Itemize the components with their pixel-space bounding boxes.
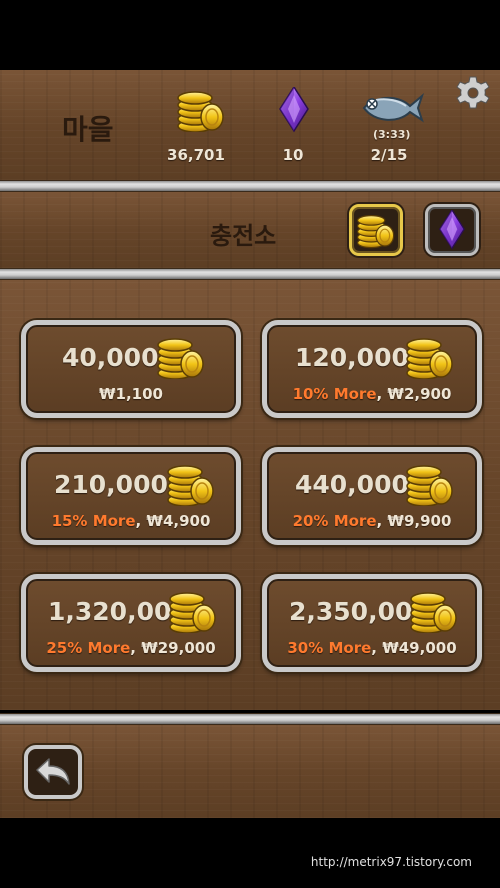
hud-divider — [0, 180, 500, 192]
purple-gem-icon — [279, 87, 309, 132]
fish-count: 2/15 — [370, 146, 408, 164]
gold-coins-icon — [167, 465, 214, 506]
top-black-bar — [0, 0, 500, 70]
gold-pack-440000[interactable]: 440,000 20% More, ₩9,900 — [262, 447, 482, 545]
back-arrow-icon — [36, 758, 70, 785]
pack-price: 25% More, ₩29,000 — [46, 639, 216, 657]
village-label: 마을 — [62, 113, 114, 146]
bottom-black-bar — [0, 818, 500, 888]
pack-price: ₩1,100 — [99, 385, 163, 403]
gold-pack-1320000[interactable]: 1,320,000 25% More, ₩29,000 — [21, 574, 241, 672]
gold-coins-icon — [177, 91, 224, 132]
gold-pack-210000[interactable]: 210,000 15% More, ₩4,900 — [21, 447, 241, 545]
pack-price: 15% More, ₩4,900 — [51, 512, 211, 530]
gold-pack-40000[interactable]: 40,000 ₩1,100 — [21, 320, 241, 418]
footer-divider — [0, 713, 500, 725]
pack-price: 20% More, ₩9,900 — [292, 512, 452, 530]
gold-count: 36,701 — [167, 146, 225, 164]
pack-amount: 120,000 — [295, 343, 409, 372]
gold-tab-button[interactable] — [349, 204, 403, 256]
purple-gem-icon — [439, 210, 465, 249]
back-button[interactable] — [24, 745, 82, 799]
gem-tab-button[interactable] — [425, 204, 479, 256]
gold-coins-icon — [157, 338, 204, 379]
gold-coins-icon — [406, 465, 453, 506]
gear-icon[interactable] — [456, 76, 490, 110]
shop-title: 충전소 — [210, 222, 277, 250]
gold-coins-icon — [406, 338, 453, 379]
fish-icon — [362, 93, 424, 123]
gold-coins-icon — [169, 592, 216, 633]
pack-amount: 440,000 — [295, 470, 409, 499]
gold-coins-icon — [410, 592, 457, 633]
pack-price: 30% More, ₩49,000 — [287, 639, 457, 657]
gold-pack-120000[interactable]: 120,000 10% More, ₩2,900 — [262, 320, 482, 418]
watermark-text: http://metrix97.tistory.com — [310, 855, 472, 869]
pack-amount: 210,000 — [54, 470, 168, 499]
shop-divider — [0, 268, 500, 280]
gem-count: 10 — [282, 146, 304, 164]
fish-timer: (3:33) — [373, 128, 411, 141]
gold-pack-2350000[interactable]: 2,350,000 30% More, ₩49,000 — [262, 574, 482, 672]
pack-amount: 40,000 — [62, 343, 159, 372]
pack-price: 10% More, ₩2,900 — [292, 385, 452, 403]
gold-coins-icon — [357, 215, 395, 249]
